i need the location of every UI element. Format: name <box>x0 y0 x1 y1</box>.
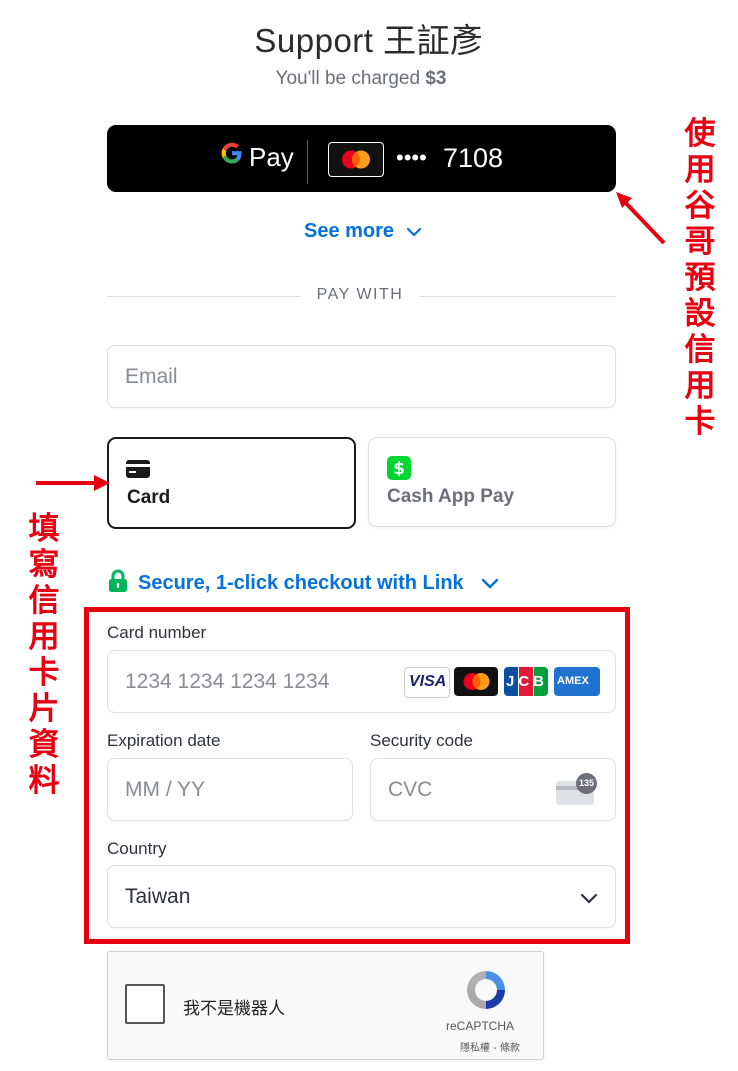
masked-digits: •••• <box>396 145 427 170</box>
chevron-down-icon <box>580 893 598 904</box>
recaptcha-label: 我不是機器人 <box>183 999 285 1019</box>
credit-card-icon <box>126 460 150 478</box>
card-number-label: Card number <box>107 623 207 642</box>
security-code-label: Security code <box>370 731 473 750</box>
recaptcha-widget: 我不是機器人 reCAPTCHA 隱私權 - 條款 <box>107 951 544 1060</box>
tab-cash-label: Cash App Pay <box>387 486 515 507</box>
email-field[interactable]: Email <box>107 345 616 408</box>
visa-label: VISA <box>409 673 447 690</box>
chevron-down-icon <box>482 579 499 589</box>
see-more-button[interactable]: See more <box>304 220 422 243</box>
divider-line-right <box>420 296 616 297</box>
charge-amount: $3 <box>425 68 447 89</box>
country-select[interactable]: Taiwan <box>107 865 616 928</box>
visa-icon: VISA <box>404 667 450 698</box>
cvc-input[interactable]: CVC 135 <box>370 758 616 821</box>
link-checkout-label: Secure, 1-click checkout with Link <box>138 572 464 594</box>
pay-with-divider-label: PAY WITH <box>316 286 404 303</box>
charge-text: You'll be charged $3 <box>0 68 722 90</box>
email-placeholder: Email <box>125 365 178 388</box>
mastercard-brand-icon <box>454 667 498 696</box>
cvc-badge-number: 135 <box>578 778 595 788</box>
annotation-text-left: 填寫信用卡片資料 <box>28 511 60 799</box>
google-g-icon <box>220 140 244 174</box>
cash-app-icon: $ <box>387 456 411 480</box>
annotation-arrow-left <box>36 475 110 491</box>
country-value: Taiwan <box>125 885 191 908</box>
jcb-icon: JCB <box>504 667 548 696</box>
page-title: Support 王証彥 <box>254 22 484 59</box>
annotation-text-right: 使用谷哥預設信用卡 <box>684 116 716 440</box>
google-pay-button[interactable]: Pay •••• 7108 <box>107 125 616 192</box>
divider-line-left <box>107 296 300 297</box>
chevron-down-icon <box>406 227 421 237</box>
card-last4: 7108 <box>443 143 504 173</box>
expiry-input[interactable]: MM / YY <box>107 758 353 821</box>
expiry-label: Expiration date <box>107 731 221 750</box>
link-checkout-button[interactable]: Secure, 1-click checkout with Link <box>108 569 499 595</box>
charge-prefix: You'll be charged <box>275 68 426 89</box>
cvc-placeholder: CVC <box>388 778 433 801</box>
recaptcha-links[interactable]: 隱私權 - 條款 <box>460 1039 520 1054</box>
see-more-label: See more <box>304 220 395 242</box>
gpay-pay-label: Pay <box>249 142 294 172</box>
recaptcha-logo-icon <box>467 971 505 1009</box>
tab-cash-app-pay[interactable]: $ Cash App Pay <box>368 437 616 527</box>
gpay-divider <box>307 140 308 184</box>
tab-card[interactable]: Card <box>107 437 356 529</box>
amex-icon: AMEX <box>554 667 600 696</box>
country-label: Country <box>107 839 167 858</box>
card-number-input[interactable]: 1234 1234 1234 1234 VISA JCB AMEX <box>107 650 616 713</box>
cvc-card-icon: 135 <box>556 773 597 805</box>
jcb-label: JCB <box>506 673 548 690</box>
annotation-arrow-right <box>616 192 666 245</box>
mastercard-icon <box>328 142 384 177</box>
recaptcha-brand: reCAPTCHA <box>446 1019 515 1033</box>
amex-label: AMEX <box>557 675 589 687</box>
lock-icon <box>109 569 127 592</box>
tab-card-label: Card <box>127 487 171 508</box>
card-number-placeholder: 1234 1234 1234 1234 <box>125 670 330 693</box>
recaptcha-checkbox[interactable] <box>125 984 165 1024</box>
svg-text:$: $ <box>393 459 405 479</box>
expiry-placeholder: MM / YY <box>125 778 206 801</box>
